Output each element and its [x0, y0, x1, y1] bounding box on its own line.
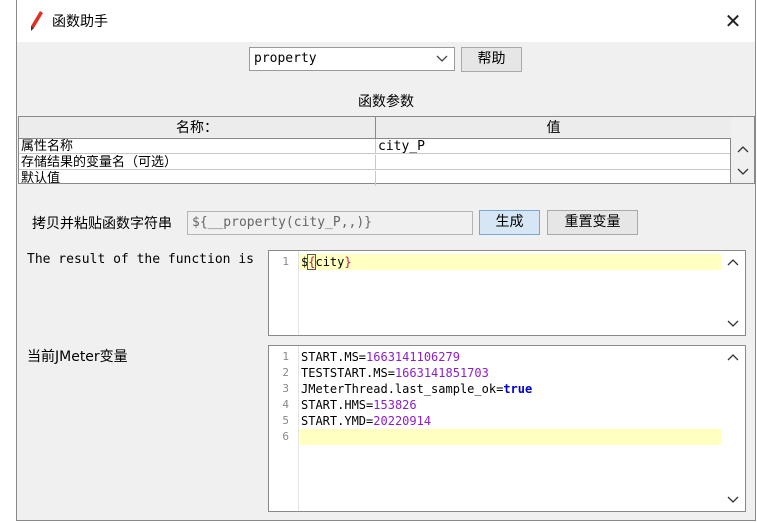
chevron-up-icon[interactable] [721, 352, 745, 365]
param-name[interactable]: 属性名称 [19, 139, 376, 154]
help-button[interactable]: 帮助 [461, 47, 522, 72]
chevron-up-icon[interactable] [721, 257, 745, 270]
line-number: 5 [282, 414, 289, 427]
vars-scrollbar[interactable] [721, 346, 745, 511]
code-line: JMeterThread.last_sample_ok=true [301, 381, 532, 397]
column-header-name[interactable]: 名称： [19, 117, 376, 139]
chevron-up-icon[interactable] [731, 144, 755, 157]
code-line: START.MS=1663141106279 [301, 349, 460, 365]
line-number: 1 [282, 350, 289, 363]
copy-label: 拷贝并粘贴函数字符串 [32, 216, 172, 232]
code-line: TESTSTART.MS=1663141851703 [301, 365, 489, 381]
var-value: true [503, 382, 533, 396]
line-number: 2 [282, 366, 289, 379]
reset-variables-button[interactable]: 重置变量 [547, 210, 638, 235]
var-key: START.HMS [301, 398, 367, 412]
vars-label: 当前JMeter变量 [27, 349, 128, 365]
chevron-down-icon [436, 51, 448, 68]
var-key: JMeterThread.last_sample_ok [301, 382, 497, 396]
current-line-highlight [300, 429, 723, 445]
var-value: 20220914 [373, 414, 432, 428]
line-number: 4 [282, 398, 289, 411]
param-value[interactable] [376, 171, 730, 186]
table-row[interactable]: 默认值 [19, 171, 730, 186]
var-eq: = [387, 366, 395, 380]
line-number: 1 [282, 255, 289, 268]
function-select-value: property [254, 51, 317, 66]
column-header-value[interactable]: 值 [376, 117, 732, 139]
code-line: START.HMS=153826 [301, 397, 417, 413]
generate-button[interactable]: 生成 [479, 210, 540, 235]
line-number: 6 [282, 430, 289, 443]
params-table: 名称： 值 属性名称 city_P 存储结果的变量名（可选） 默认值 [18, 116, 732, 186]
vars-editor[interactable]: 1 START.MS=1663141106279 2 TESTSTART.MS=… [268, 345, 746, 512]
function-select[interactable]: property [249, 47, 455, 71]
code-line: ${city} [301, 254, 352, 270]
title-bar: 函数助手 ✕ [17, 0, 755, 42]
var-eq: = [358, 350, 367, 364]
window-title: 函数助手 [52, 14, 108, 30]
code-line: START.YMD=20220914 [301, 413, 431, 429]
var-value: 153826 [373, 398, 417, 412]
result-editor[interactable]: 1 ${city} [268, 250, 746, 336]
chevron-down-icon[interactable] [721, 495, 745, 508]
param-value[interactable] [376, 155, 730, 170]
param-name[interactable]: 存储结果的变量名（可选） [19, 155, 376, 170]
var-value: 1663141851703 [394, 366, 489, 380]
chevron-down-icon[interactable] [721, 319, 745, 332]
params-title: 函数参数 [358, 94, 414, 110]
function-string-field[interactable]: ${__property(city_P,,)} [187, 211, 473, 235]
var-key: START.MS [301, 350, 359, 364]
line-number: 3 [282, 382, 289, 395]
function-helper-dialog: 函数助手 ✕ property 帮助 函数参数 名称： 值 属性名称 city_… [16, 0, 756, 521]
pencil-icon [29, 10, 45, 32]
code-brace-close: } [344, 255, 352, 269]
result-label: The result of the function is [27, 252, 254, 267]
table-row[interactable]: 属性名称 city_P [19, 139, 730, 154]
params-scrollbar[interactable] [731, 116, 755, 184]
result-scrollbar[interactable] [721, 251, 745, 335]
param-value[interactable]: city_P [376, 139, 730, 154]
param-name[interactable]: 默认值 [19, 171, 376, 186]
var-value: 1663141106279 [366, 350, 460, 364]
close-icon[interactable]: ✕ [720, 8, 746, 34]
current-line-highlight [300, 254, 723, 270]
chevron-down-icon[interactable] [731, 167, 755, 180]
code-text: city [315, 255, 345, 269]
var-key: START.YMD [301, 414, 367, 428]
var-key: TESTSTART.MS [301, 366, 388, 380]
table-row[interactable]: 存储结果的变量名（可选） [19, 155, 730, 170]
